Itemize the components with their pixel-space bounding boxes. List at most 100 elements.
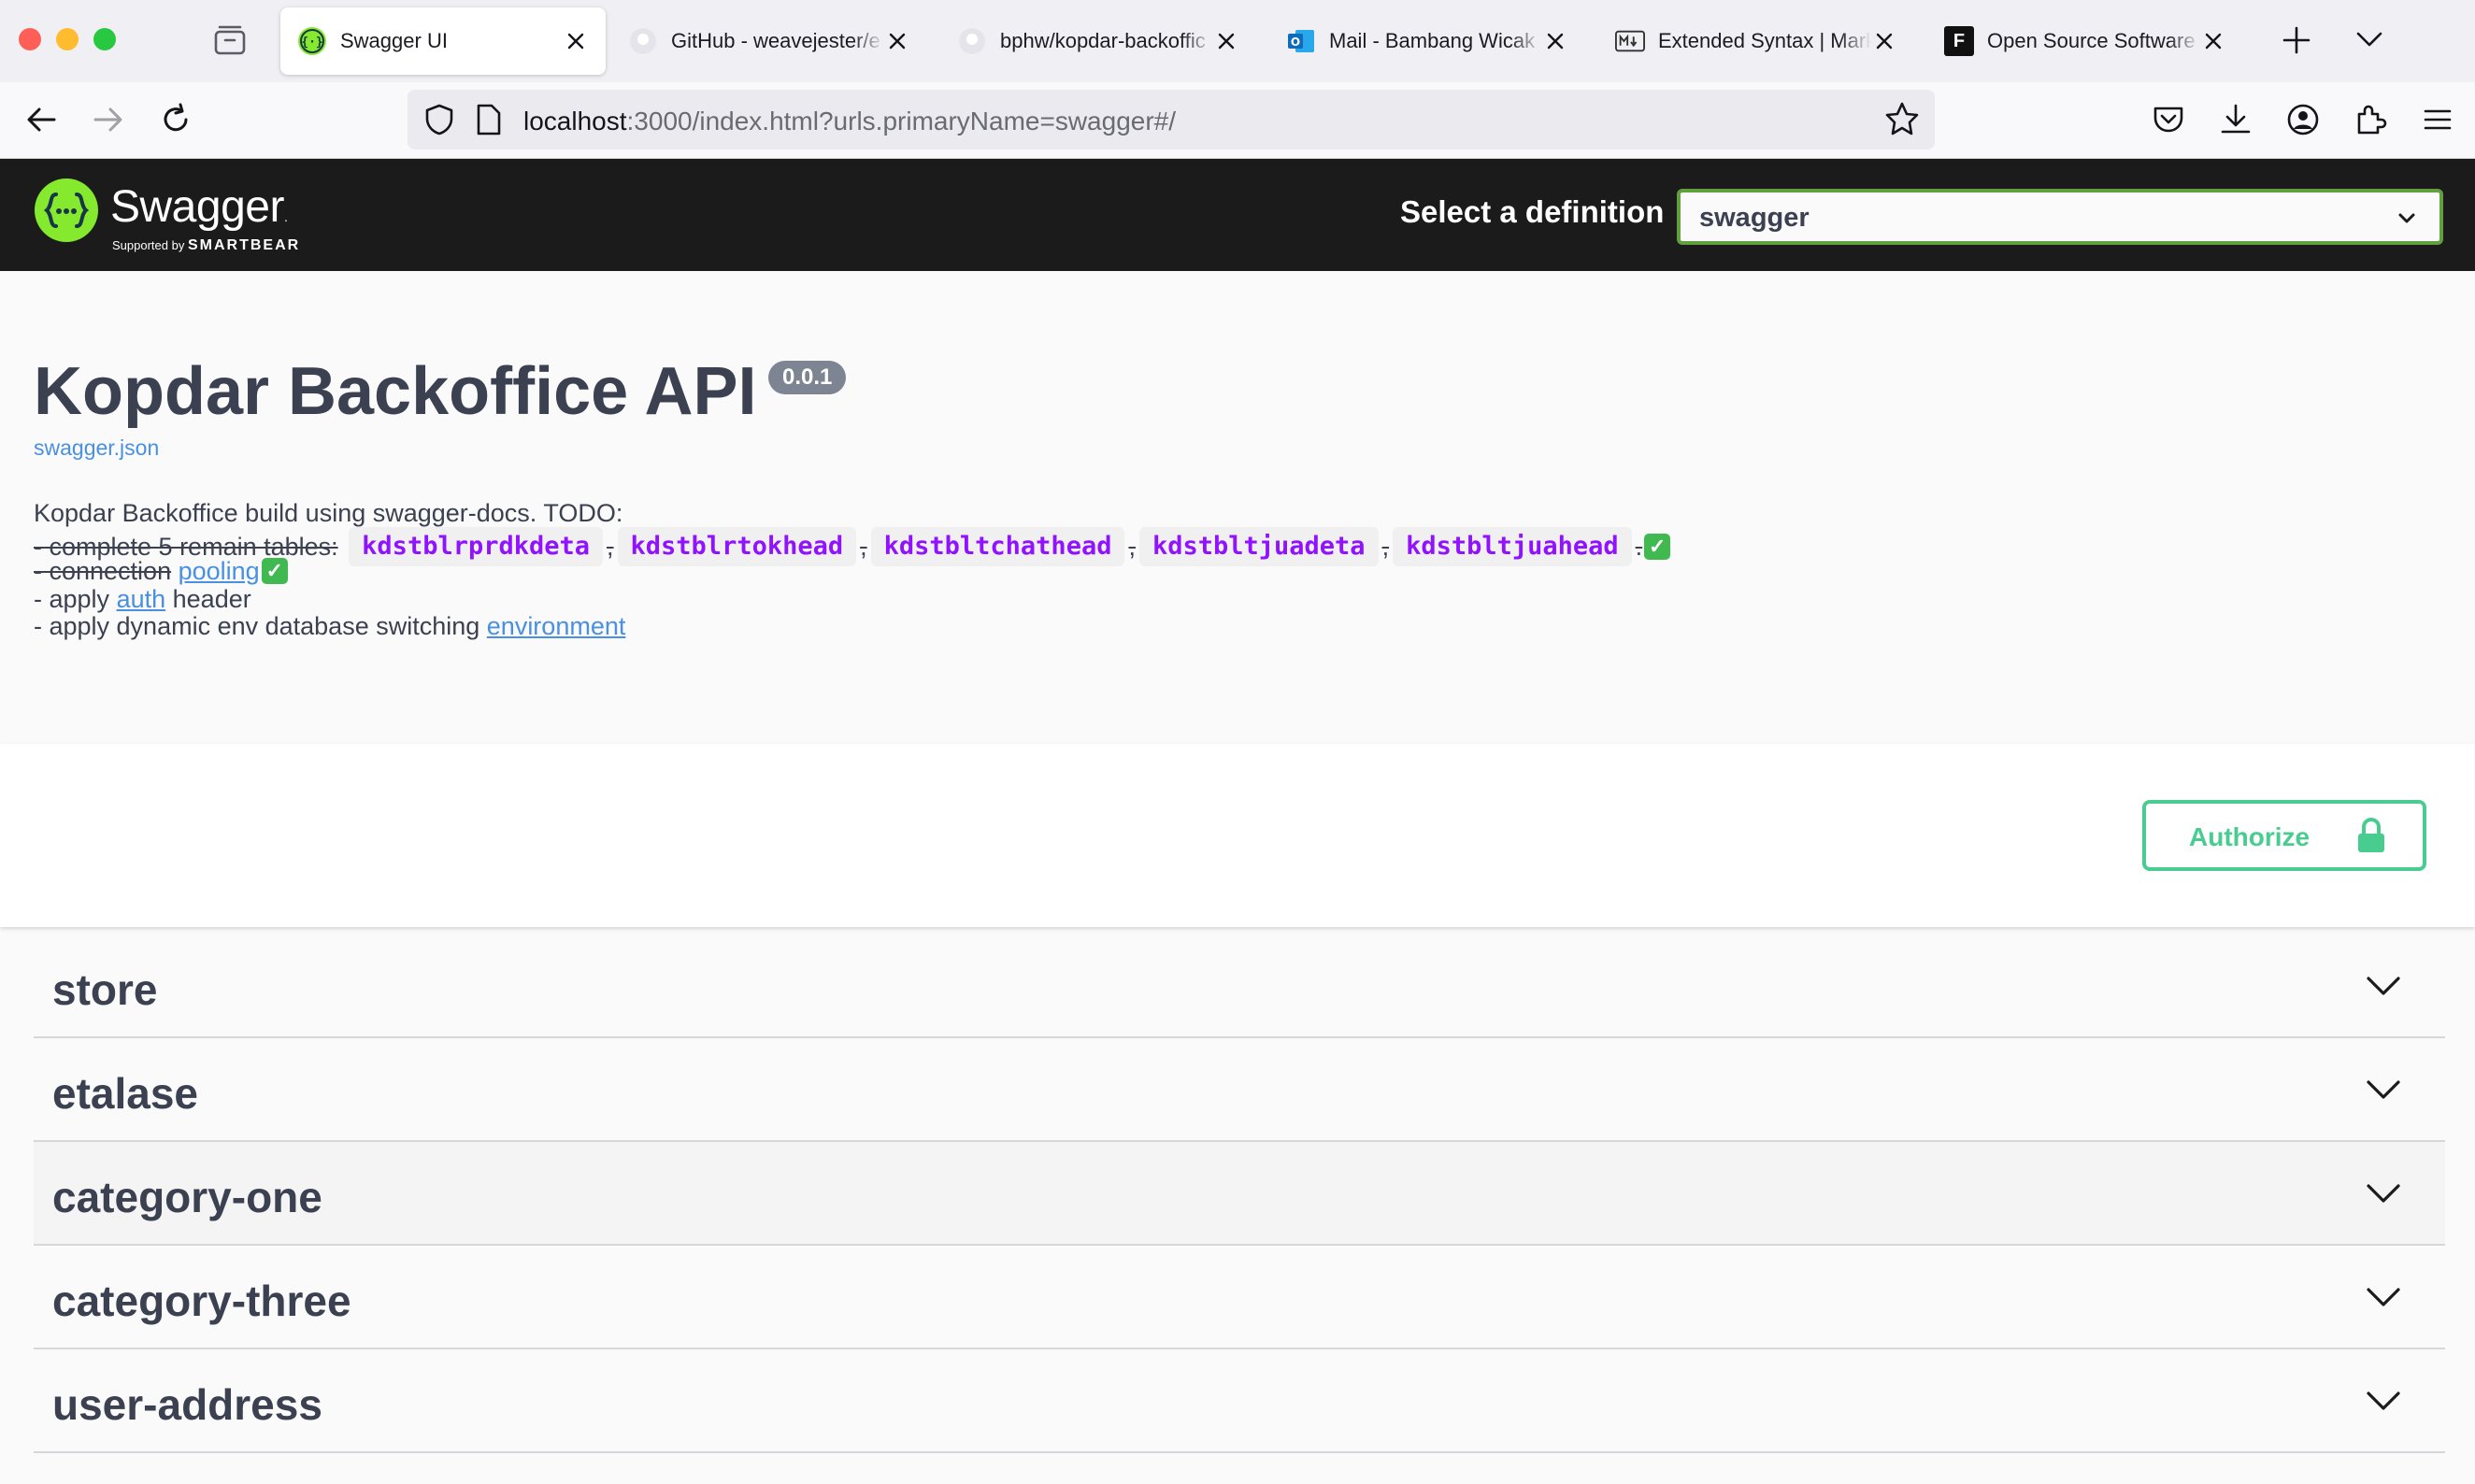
close-tab-icon[interactable]: [1213, 28, 1239, 54]
table-name-code: kdstblrprdkdeta: [349, 527, 604, 566]
browser-tab-bar: {·} Swagger UI GitHub - weavejester/e bp…: [0, 0, 2475, 82]
close-tab-icon[interactable]: [2200, 28, 2226, 54]
definition-select[interactable]: swagger: [1677, 189, 2443, 245]
chevron-down-icon[interactable]: [2365, 974, 2402, 998]
minimize-window-button[interactable]: [56, 28, 79, 50]
svg-text:{·}: {·}: [301, 36, 322, 50]
definition-label: Select a definition: [1400, 194, 1665, 229]
tab-title: GitHub - weavejester/e: [671, 29, 880, 52]
tag-section-category-one[interactable]: category-one: [34, 1142, 2445, 1246]
bookmark-star-icon[interactable]: [1884, 101, 1920, 136]
url-text[interactable]: localhost:3000/index.html?urls.primaryNa…: [523, 107, 1176, 136]
smartbear-text: SMARTBEAR: [187, 237, 301, 253]
swagger-topbar: Swagger. Supported by SMARTBEAR Select a…: [0, 159, 2475, 271]
tab-mail[interactable]: O Mail - Bambang Wicak: [1277, 7, 1585, 75]
github-favicon-icon: [957, 26, 987, 56]
close-tab-icon[interactable]: [884, 28, 910, 54]
logo-text: Swagger: [110, 182, 284, 232]
chevron-down-icon[interactable]: [2365, 1389, 2402, 1413]
table-name-code: kdstbltjuadeta: [1138, 527, 1379, 566]
lock-icon: [2358, 818, 2384, 852]
extensions-icon[interactable]: [2352, 101, 2389, 138]
tag-section-category-three[interactable]: category-three: [34, 1246, 2445, 1349]
todo-item-text: - apply dynamic env database switching: [34, 612, 480, 640]
tab-open-source-software[interactable]: F Open Source Software: [1935, 7, 2243, 75]
account-icon[interactable]: [2284, 101, 2322, 138]
tab-github-kopdar[interactable]: bphw/kopdar-backoffic: [948, 7, 1256, 75]
authorize-label: Authorize: [2189, 822, 2310, 851]
tag-name: store: [52, 965, 158, 1014]
todo-item-text: header: [172, 585, 251, 613]
version-badge: 0.0.1: [768, 361, 847, 394]
pooling-link[interactable]: pooling: [179, 557, 260, 585]
shield-icon[interactable]: [422, 103, 456, 136]
tab-overview-icon[interactable]: [213, 24, 247, 56]
swagger-logo-text[interactable]: Swagger.: [110, 181, 288, 233]
browser-nav-bar: localhost:3000/index.html?urls.primaryNa…: [0, 82, 2475, 159]
back-arrow-icon[interactable]: [22, 101, 60, 138]
tab-extended-syntax[interactable]: Extended Syntax | Mark: [1606, 7, 1914, 75]
tag-section-store[interactable]: store: [34, 935, 2445, 1038]
close-tab-icon[interactable]: [563, 28, 589, 54]
list-all-tabs-icon[interactable]: [2355, 28, 2383, 50]
url-bar[interactable]: localhost:3000/index.html?urls.primaryNa…: [408, 90, 1935, 150]
api-info: Kopdar Backoffice API 0.0.1 swagger.json…: [0, 271, 2475, 744]
tag-name: etalase: [52, 1069, 199, 1118]
table-name-code: kdstbltjuahead: [1393, 527, 1632, 566]
chevron-down-icon: [2398, 213, 2415, 223]
description-line: Kopdar Backoffice build using swagger-do…: [34, 499, 623, 527]
github-favicon-icon: [628, 26, 658, 56]
f-favicon-icon: F: [1944, 26, 1974, 56]
separator: ,: [1381, 533, 1390, 561]
tab-swagger-ui[interactable]: {·} Swagger UI: [280, 7, 606, 75]
separator: ,: [1128, 533, 1136, 561]
tab-title: Swagger UI: [340, 29, 448, 52]
new-tab-icon[interactable]: [2281, 24, 2312, 56]
menu-icon[interactable]: [2419, 101, 2456, 138]
url-host: localhost: [523, 107, 627, 136]
environment-link[interactable]: environment: [487, 612, 626, 640]
maximize-window-button[interactable]: [93, 28, 116, 50]
description-line: - connection pooling ✓: [34, 557, 288, 585]
swagger-logo-icon[interactable]: [34, 178, 99, 243]
tag-section-etalase[interactable]: etalase: [34, 1038, 2445, 1142]
forward-arrow-icon[interactable]: [90, 101, 127, 138]
tag-name: category-three: [52, 1277, 351, 1325]
chevron-down-icon[interactable]: [2365, 1181, 2402, 1206]
markdown-favicon-icon: [1615, 26, 1645, 56]
chevron-down-icon[interactable]: [2365, 1285, 2402, 1309]
chevron-down-icon[interactable]: [2365, 1077, 2402, 1102]
scheme-container: Authorize: [0, 744, 2475, 927]
authorize-button[interactable]: Authorize: [2142, 800, 2426, 871]
svg-text:O: O: [1291, 36, 1300, 49]
outlook-favicon-icon: O: [1286, 26, 1316, 56]
close-tab-icon[interactable]: [1542, 28, 1568, 54]
page-info-icon[interactable]: [475, 103, 503, 136]
api-title: Kopdar Backoffice API: [34, 354, 757, 429]
reload-icon[interactable]: [157, 101, 194, 138]
check-mark-icon: ✓: [1644, 534, 1671, 560]
auth-link[interactable]: auth: [117, 585, 166, 613]
table-name-code: kdstbltchathead: [870, 527, 1125, 566]
swagger-favicon-icon: {·}: [297, 26, 327, 56]
separator: .: [1635, 533, 1643, 561]
check-mark-icon: ✓: [261, 558, 288, 584]
downloads-icon[interactable]: [2217, 101, 2254, 138]
close-tab-icon[interactable]: [1871, 28, 1897, 54]
supported-by-text: Supported by: [112, 238, 185, 252]
tab-github-weavejester[interactable]: GitHub - weavejester/e: [619, 7, 927, 75]
tab-title: Open Source Software: [1987, 29, 2196, 52]
tag-name: user-address: [52, 1380, 322, 1429]
todo-item-text: - connection: [34, 557, 172, 585]
tab-title: Mail - Bambang Wicak: [1329, 29, 1536, 52]
logo-tm: .: [283, 209, 288, 224]
close-window-button[interactable]: [19, 28, 41, 50]
tab-title: Extended Syntax | Mark: [1658, 29, 1871, 52]
logo-supported-by: Supported by SMARTBEAR: [112, 237, 300, 254]
pocket-icon[interactable]: [2150, 101, 2187, 138]
spec-url-link[interactable]: swagger.json: [34, 435, 159, 461]
definition-value: swagger: [1699, 203, 1810, 233]
separator: ,: [860, 533, 867, 561]
url-path: :3000/index.html?urls.primaryName=swagge…: [626, 107, 1177, 136]
tag-section-user-address[interactable]: user-address: [34, 1349, 2445, 1453]
